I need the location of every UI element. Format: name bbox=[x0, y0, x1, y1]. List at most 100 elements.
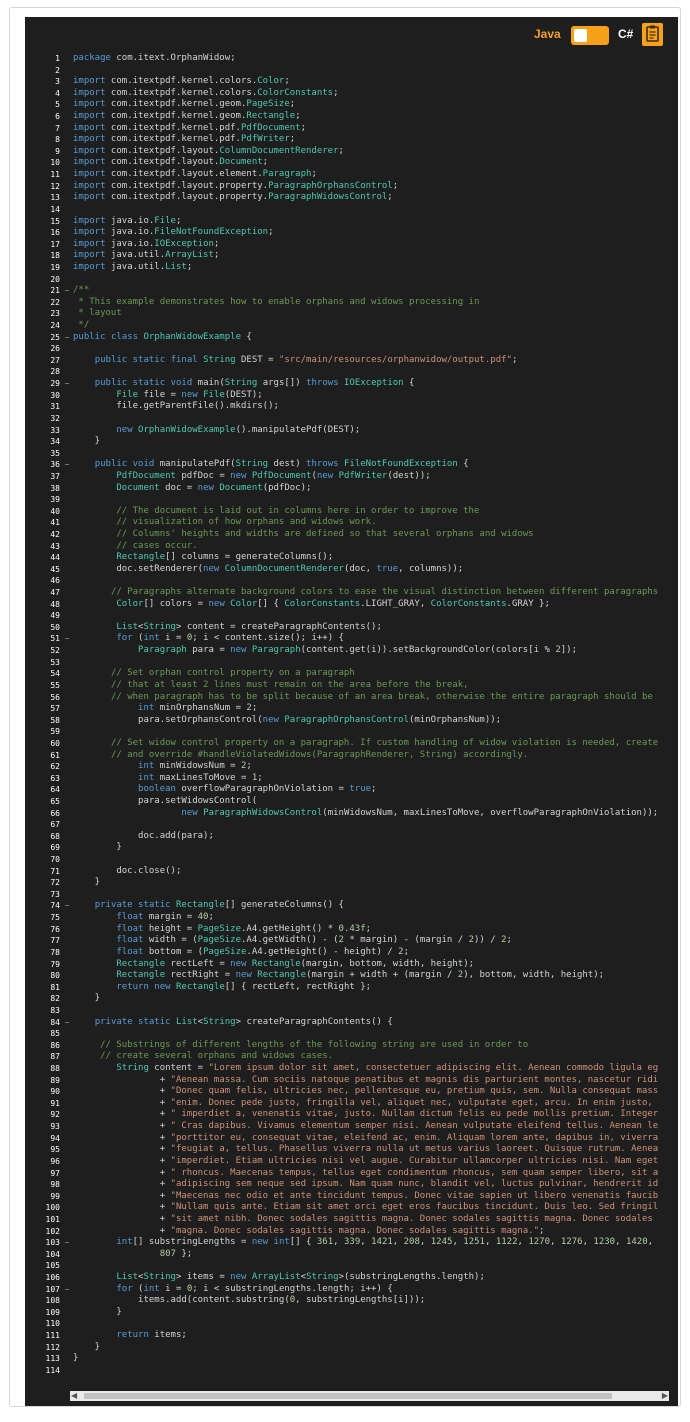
code-text: } bbox=[73, 1353, 79, 1364]
code-line: 98 + "adipiscing sem neque sed ipsum. Na… bbox=[25, 1179, 678, 1191]
line-number: 27 bbox=[50, 355, 60, 365]
line-number: 101 bbox=[45, 1214, 60, 1224]
line-number: 68 bbox=[50, 831, 60, 841]
code-text: File file = new File(DEST); bbox=[116, 389, 263, 400]
code-line: 82 } bbox=[25, 993, 678, 1005]
fold-toggle-icon[interactable]: − bbox=[63, 900, 71, 912]
fold-toggle-icon[interactable]: − bbox=[63, 633, 71, 645]
line-number: 22 bbox=[50, 297, 60, 307]
line-number: 80 bbox=[50, 971, 60, 981]
line-number: 102 bbox=[45, 1226, 60, 1236]
code-line: 49 bbox=[25, 610, 678, 622]
line-number: 34 bbox=[50, 437, 60, 447]
code-line: 27 public static final String DEST = "sr… bbox=[25, 355, 678, 367]
scroll-left-arrow-icon[interactable]: ◀ bbox=[71, 1391, 77, 1401]
code-text: doc.add(para); bbox=[73, 830, 214, 841]
line-number: 79 bbox=[50, 959, 60, 969]
line-number: 108 bbox=[45, 1296, 60, 1306]
line-number: 62 bbox=[50, 762, 60, 772]
code-text: doc.setRenderer(new ColumnDocumentRender… bbox=[73, 563, 464, 574]
fold-toggle-icon[interactable]: − bbox=[63, 332, 71, 344]
code-line: 14 bbox=[25, 204, 678, 216]
code-line: 52 Paragraph para = new Paragraph(conten… bbox=[25, 645, 678, 657]
code-line: 66 new ParagraphWidowsControl(minWidowsN… bbox=[25, 808, 678, 820]
line-number: 61 bbox=[50, 750, 60, 760]
horizontal-scrollbar-thumb[interactable] bbox=[84, 1393, 612, 1399]
code-line: 69 } bbox=[25, 842, 678, 854]
code-text: + " rhoncus. Maecenas tempus, tellus ege… bbox=[73, 1167, 659, 1178]
code-line: 84− private static List<String> createPa… bbox=[25, 1017, 678, 1029]
code-text: // Substrings of different lengths of th… bbox=[100, 1039, 529, 1050]
line-number: 83 bbox=[50, 1005, 60, 1015]
fold-toggle-icon[interactable]: − bbox=[63, 378, 71, 390]
code-text: import com.itextpdf.layout.property.Para… bbox=[73, 180, 399, 191]
code-line: 105 bbox=[25, 1260, 678, 1272]
line-number: 86 bbox=[50, 1040, 60, 1050]
line-number: 23 bbox=[50, 309, 60, 319]
line-number: 67 bbox=[50, 820, 60, 830]
code-line: 107− for (int i = 0; i < substringLength… bbox=[25, 1284, 678, 1296]
code-line: 48 Color[] colors = new Color[] { ColorC… bbox=[25, 599, 678, 611]
line-number: 93 bbox=[50, 1122, 60, 1132]
line-number: 60 bbox=[50, 738, 60, 748]
code-text: import com.itextpdf.layout.ColumnDocumen… bbox=[73, 145, 344, 156]
line-number: 5 bbox=[55, 100, 60, 110]
code-line: 18 import java.util.ArrayList; bbox=[25, 250, 678, 262]
line-number: 78 bbox=[50, 947, 60, 957]
code-line: 95 + "feugiat a, tellus. Phasellus viver… bbox=[25, 1144, 678, 1156]
language-toggle[interactable] bbox=[571, 26, 609, 45]
fold-toggle-icon[interactable]: − bbox=[63, 1017, 71, 1029]
fold-toggle-icon[interactable]: − bbox=[63, 459, 71, 471]
code-text: Rectangle rectLeft = new Rectangle(margi… bbox=[116, 958, 475, 969]
code-line: 100 + "Nullam quis ante. Etiam sit amet … bbox=[25, 1202, 678, 1214]
fold-toggle-icon[interactable]: − bbox=[63, 1237, 71, 1249]
code-text: import com.itextpdf.layout.property.Para… bbox=[73, 192, 393, 203]
code-line: 104 807 }; bbox=[25, 1249, 678, 1261]
code-editor[interactable]: 1 package com.itext.OrphanWidow; 2 3 import … bbox=[25, 53, 678, 1385]
code-text: List<String> items = new ArrayList<Strin… bbox=[116, 1271, 485, 1282]
code-line: 81 return new Rectangle[] { rectLeft, re… bbox=[25, 982, 678, 994]
code-line: 80 Rectangle rectRight = new Rectangle(m… bbox=[25, 970, 678, 982]
code-line: 4 import com.itextpdf.kernel.colors.Color… bbox=[25, 88, 678, 100]
code-text: int minOrphansNum = 2; bbox=[138, 703, 258, 714]
code-line: 71 doc.close(); bbox=[25, 866, 678, 878]
horizontal-scrollbar[interactable]: ◀ ▶ bbox=[70, 1391, 669, 1401]
code-text: float width = (PageSize.A4.getWidth() - … bbox=[116, 935, 512, 946]
line-number: 74 bbox=[50, 901, 60, 911]
line-number: 54 bbox=[50, 669, 60, 679]
code-text: import com.itextpdf.kernel.colors.Color; bbox=[73, 76, 290, 87]
copy-code-button[interactable] bbox=[642, 23, 663, 46]
code-text: items.add(content.substring(0, substring… bbox=[73, 1295, 426, 1306]
fold-toggle-icon[interactable]: − bbox=[63, 285, 71, 297]
code-text: + "enim. Donec pede justo, fringilla vel… bbox=[73, 1097, 653, 1108]
code-line: 31 file.getParentFile().mkdirs(); bbox=[25, 401, 678, 413]
code-text: // create several orphans and widows cas… bbox=[100, 1051, 334, 1062]
code-text: // and override #handleViolatedWidows(Pa… bbox=[110, 749, 529, 760]
code-text: import java.util.ArrayList; bbox=[73, 250, 220, 261]
code-line: 23 * layout bbox=[25, 308, 678, 320]
language-label-csharp[interactable]: C# bbox=[618, 27, 633, 41]
code-line: 7 import com.itextpdf.kernel.pdf.PdfDocum… bbox=[25, 123, 678, 135]
line-number: 33 bbox=[50, 425, 60, 435]
scroll-right-arrow-icon[interactable]: ▶ bbox=[662, 1391, 668, 1401]
line-number: 111 bbox=[45, 1331, 60, 1341]
code-line: 5 import com.itextpdf.kernel.geom.PageSiz… bbox=[25, 99, 678, 111]
code-text: import com.itextpdf.layout.element.Parag… bbox=[73, 169, 317, 180]
line-number: 31 bbox=[50, 402, 60, 412]
code-line: 58 para.setOrphansControl(new ParagraphO… bbox=[25, 715, 678, 727]
code-text: // Set widow control property on a parag… bbox=[110, 737, 659, 748]
code-line: 33 new OrphanWidowExample().manipulatePd… bbox=[25, 425, 678, 437]
line-number: 46 bbox=[50, 576, 60, 586]
code-text: for (int i = 0; i < content.size(); i++)… bbox=[116, 633, 344, 644]
code-text: package com.itext.OrphanWidow; bbox=[73, 53, 236, 63]
language-label-java[interactable]: Java bbox=[534, 27, 561, 41]
line-number: 69 bbox=[50, 843, 60, 853]
fold-toggle-icon[interactable]: − bbox=[63, 1284, 71, 1296]
line-number: 32 bbox=[50, 413, 60, 423]
code-line: 46 bbox=[25, 575, 678, 587]
code-text: } bbox=[73, 877, 101, 888]
code-text: // cases occur. bbox=[116, 540, 198, 551]
code-text: private static Rectangle[] generateColum… bbox=[94, 900, 344, 911]
line-number: 21 bbox=[50, 286, 60, 296]
code-line: 26 bbox=[25, 343, 678, 355]
